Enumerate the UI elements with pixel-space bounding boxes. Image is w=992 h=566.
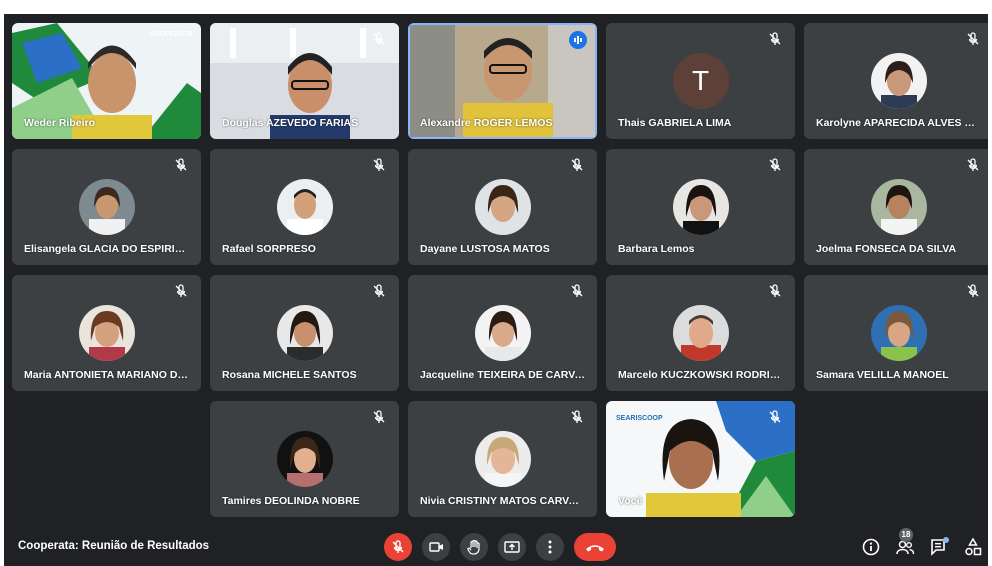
raise-hand-icon bbox=[467, 539, 480, 555]
participant-tile[interactable]: Barbara Lemos bbox=[606, 149, 795, 265]
mic-off-icon bbox=[569, 283, 585, 299]
activities-button[interactable] bbox=[962, 536, 984, 558]
mic-off-icon bbox=[767, 157, 783, 173]
mic-off-icon bbox=[767, 283, 783, 299]
more-options-icon bbox=[548, 540, 552, 554]
participant-tile[interactable]: Dayane LUSTOSA MATOS bbox=[408, 149, 597, 265]
participant-name: Rafael SORPRESO bbox=[222, 243, 316, 255]
participant-name: Alexandre ROGER LEMOS bbox=[420, 117, 553, 129]
participant-tile[interactable]: Douglas AZEVEDO FARIAS bbox=[210, 23, 399, 139]
avatar bbox=[474, 179, 531, 235]
participant-tile-active-speaker[interactable]: Alexandre ROGER LEMOS bbox=[408, 23, 597, 139]
hang-up-icon bbox=[586, 545, 604, 552]
raise-hand-button[interactable] bbox=[460, 533, 488, 561]
mic-toggle-button[interactable] bbox=[384, 533, 412, 561]
participant-tile[interactable]: Tamires DEOLINDA NOBRE bbox=[210, 401, 399, 517]
mic-off-icon bbox=[371, 283, 387, 299]
mic-off-icon bbox=[173, 157, 189, 173]
more-options-button[interactable] bbox=[536, 533, 564, 561]
avatar bbox=[672, 305, 729, 361]
participant-name: Você bbox=[618, 495, 643, 507]
participant-name: Karolyne APARECIDA ALVES DE ... bbox=[816, 117, 981, 129]
participant-name: Maria ANTONIETA MARIANO DA... bbox=[24, 369, 189, 381]
info-icon bbox=[862, 538, 880, 556]
meeting-stage: COOPERATA Weder Ribeiro Douglas AZEVEDO … bbox=[4, 14, 988, 566]
participant-name: Dayane LUSTOSA MATOS bbox=[420, 243, 550, 255]
mic-off-icon bbox=[767, 31, 783, 47]
meeting-details-button[interactable] bbox=[860, 536, 882, 558]
control-bar: Cooperata: Reunião de Resultados 18 bbox=[4, 528, 988, 566]
camera-icon bbox=[429, 542, 443, 552]
participant-tile[interactable]: Rafael SORPRESO bbox=[210, 149, 399, 265]
avatar bbox=[474, 431, 531, 487]
participant-tile[interactable]: Karolyne APARECIDA ALVES DE ... bbox=[804, 23, 988, 139]
participant-name: Barbara Lemos bbox=[618, 243, 695, 255]
unread-dot bbox=[943, 537, 949, 543]
mic-off-icon bbox=[767, 409, 783, 425]
participant-name: Weder Ribeiro bbox=[24, 117, 95, 129]
mic-off-icon bbox=[371, 157, 387, 173]
avatar bbox=[672, 179, 729, 235]
avatar bbox=[870, 179, 927, 235]
participant-tile[interactable]: Jacqueline TEIXEIRA DE CARVA... bbox=[408, 275, 597, 391]
present-now-button[interactable] bbox=[498, 533, 526, 561]
self-view-tile[interactable]: SEARISCOOP Você bbox=[606, 401, 795, 517]
participant-tile[interactable]: Marcelo KUCZKOWSKI RODRIG... bbox=[606, 275, 795, 391]
present-screen-icon bbox=[504, 541, 520, 553]
avatar bbox=[870, 53, 927, 109]
mic-off-icon bbox=[173, 283, 189, 299]
speaking-indicator-icon bbox=[569, 31, 587, 49]
avatar bbox=[474, 305, 531, 361]
participant-tile[interactable]: Maria ANTONIETA MARIANO DA... bbox=[12, 275, 201, 391]
participant-tile[interactable]: Elisangela GLACIA DO ESPIRITO... bbox=[12, 149, 201, 265]
participant-tile[interactable]: T Thais GABRIELA LIMA bbox=[606, 23, 795, 139]
leave-call-button[interactable] bbox=[574, 533, 616, 561]
participant-tile[interactable]: Rosana MICHELE SANTOS bbox=[210, 275, 399, 391]
camera-toggle-button[interactable] bbox=[422, 533, 450, 561]
mic-off-icon bbox=[371, 409, 387, 425]
participant-name: Douglas AZEVEDO FARIAS bbox=[222, 117, 359, 129]
avatar bbox=[276, 431, 333, 487]
participant-tile[interactable]: Nivia CRISTINY MATOS CARVAL... bbox=[408, 401, 597, 517]
chat-button[interactable] bbox=[928, 536, 950, 558]
mic-off-icon bbox=[965, 283, 981, 299]
participant-tile[interactable]: Samara VELILLA MANOEL bbox=[804, 275, 988, 391]
avatar: T bbox=[672, 53, 729, 109]
participant-name: Joelma FONSECA DA SILVA bbox=[816, 243, 957, 255]
mic-off-icon bbox=[392, 540, 404, 553]
participant-name: Jacqueline TEIXEIRA DE CARVA... bbox=[420, 369, 585, 381]
participant-name: Elisangela GLACIA DO ESPIRITO... bbox=[24, 243, 189, 255]
mic-off-icon bbox=[569, 157, 585, 173]
avatar bbox=[276, 305, 333, 361]
brand-logo: COOPERATA bbox=[149, 31, 193, 38]
meeting-title: Cooperata: Reunião de Resultados bbox=[18, 540, 210, 552]
participant-count-badge: 18 bbox=[899, 528, 913, 542]
mic-off-icon bbox=[965, 157, 981, 173]
participant-name: Thais GABRIELA LIMA bbox=[618, 117, 732, 129]
participant-name: Rosana MICHELE SANTOS bbox=[222, 369, 357, 381]
avatar bbox=[78, 305, 135, 361]
participant-tile[interactable]: Joelma FONSECA DA SILVA bbox=[804, 149, 988, 265]
mic-off-icon bbox=[965, 31, 981, 47]
brand-logo: SEARISCOOP bbox=[616, 415, 663, 422]
avatar bbox=[78, 179, 135, 235]
activities-icon bbox=[965, 537, 982, 556]
participant-name: Nivia CRISTINY MATOS CARVAL... bbox=[420, 495, 585, 507]
participant-tile[interactable]: COOPERATA Weder Ribeiro bbox=[12, 23, 201, 139]
participant-name: Marcelo KUCZKOWSKI RODRIG... bbox=[618, 369, 783, 381]
people-button[interactable]: 18 bbox=[894, 528, 916, 558]
avatar bbox=[276, 179, 333, 235]
participant-name: Samara VELILLA MANOEL bbox=[816, 369, 949, 381]
mic-off-icon bbox=[371, 31, 387, 47]
participant-name: Tamires DEOLINDA NOBRE bbox=[222, 495, 360, 507]
avatar bbox=[870, 305, 927, 361]
mic-off-icon bbox=[569, 409, 585, 425]
